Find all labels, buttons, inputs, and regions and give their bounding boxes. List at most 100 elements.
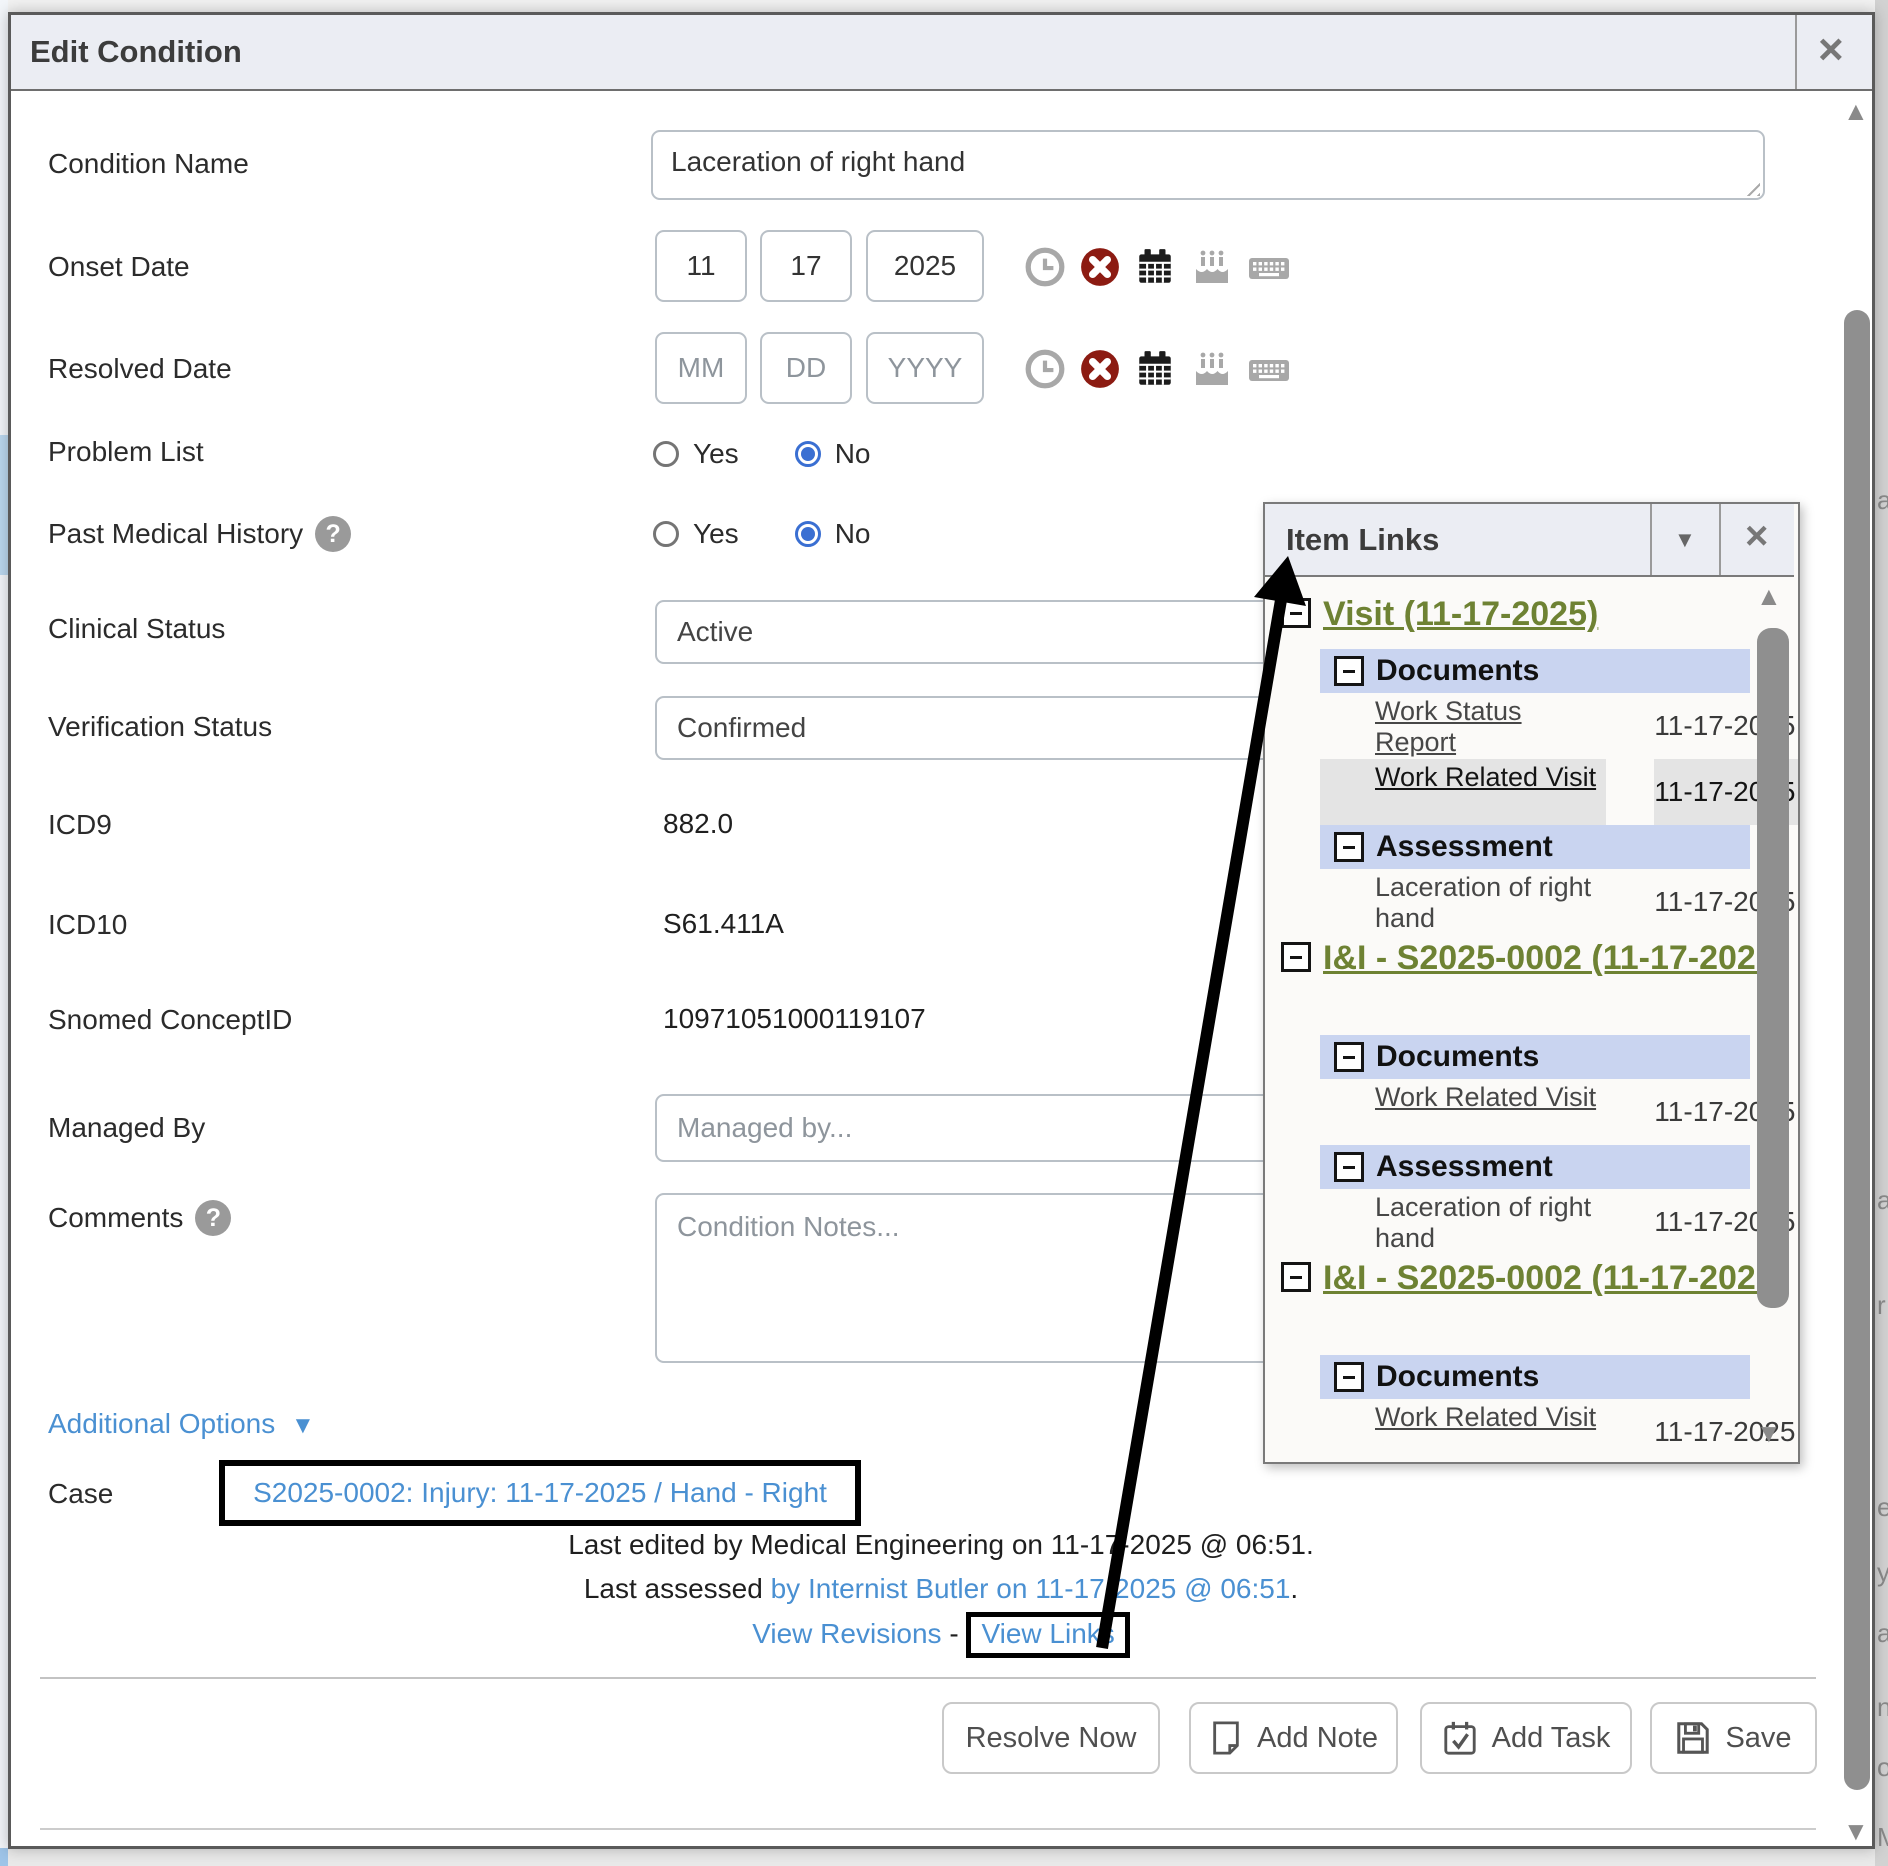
icd10-value: S61.411A [663, 908, 784, 940]
item-links-title: Item Links [1286, 522, 1439, 558]
collapse-icon[interactable] [1281, 1262, 1311, 1292]
screen: aakreayasnofM Edit Condition × Condition… [0, 0, 1888, 1866]
clear-date-icon[interactable] [1079, 348, 1121, 390]
birthday-icon[interactable] [1189, 348, 1233, 390]
comments-label: Comments [48, 1202, 183, 1234]
calendar-icon[interactable] [1134, 348, 1176, 390]
case-link[interactable]: S2025-0002: Injury: 11-17-2025 / Hand - … [253, 1477, 827, 1509]
titlebar-separator [1795, 15, 1797, 89]
tree-group-visit: Visit (11-17-2025) [1265, 591, 1798, 649]
comments-help-icon[interactable]: ? [195, 1200, 231, 1236]
collapse-icon[interactable] [1281, 598, 1311, 628]
add-task-button[interactable]: Add Task [1420, 1702, 1632, 1774]
calendar-icon[interactable] [1134, 246, 1176, 288]
background-left-blue [0, 435, 8, 575]
clock-icon[interactable] [1024, 348, 1066, 390]
resolved-date-label: Resolved Date [48, 353, 232, 385]
collapse-icon[interactable] [1334, 1362, 1364, 1392]
last-assessed-suffix: . [1290, 1573, 1298, 1604]
additional-options-label: Additional Options [48, 1408, 275, 1439]
case-label: Case [48, 1478, 113, 1510]
save-label: Save [1725, 1722, 1791, 1755]
dialog-close-icon[interactable]: × [1818, 28, 1844, 72]
resolve-now-label: Resolve Now [966, 1722, 1137, 1755]
problem-list-label: Problem List [48, 436, 204, 468]
revision-links-separator: - [949, 1618, 958, 1649]
background-text-fragment: M [1877, 1822, 1888, 1853]
onset-month-input[interactable] [655, 230, 747, 302]
onset-day-input[interactable] [760, 230, 852, 302]
resolved-day-input[interactable] [760, 332, 852, 404]
save-button[interactable]: Save [1650, 1702, 1817, 1774]
onset-year-input[interactable] [866, 230, 984, 302]
last-assessed-link[interactable]: by Internist Butler on 11-17-2025 @ 06:5… [771, 1573, 1291, 1604]
clock-icon[interactable] [1024, 246, 1066, 288]
birthday-icon[interactable] [1189, 246, 1233, 288]
resolved-month-input[interactable] [655, 332, 747, 404]
resolved-year-input[interactable] [866, 332, 984, 404]
panel-scrollbar-thumb[interactable] [1757, 628, 1789, 1308]
work-related-visit-link[interactable]: Work Related Visit [1375, 1082, 1596, 1112]
condition-name-input[interactable]: Laceration of right hand [651, 130, 1765, 200]
tree-section-documents: Documents [1320, 1355, 1750, 1399]
keyboard-icon[interactable] [1246, 246, 1292, 288]
tree-leaf-laceration: Laceration of right hand 11-17-2025 [1265, 869, 1798, 935]
problem-list-no-label: No [835, 438, 871, 470]
keyboard-icon[interactable] [1246, 348, 1292, 390]
background-text-fragment: of [1877, 1752, 1888, 1783]
onset-date-label: Onset Date [48, 251, 190, 283]
ii-case-link[interactable]: I&I - S2025-0002 (11-17-2025) [1323, 939, 1786, 977]
tree-section-documents: Documents [1320, 649, 1750, 693]
work-status-report-link[interactable]: Work Status Report [1375, 696, 1522, 757]
clear-date-icon[interactable] [1079, 246, 1121, 288]
background-text-fragment: ea [1877, 1492, 1888, 1523]
view-revisions-link[interactable]: View Revisions [752, 1618, 941, 1649]
pmh-yes-radio[interactable] [653, 521, 679, 547]
collapse-icon[interactable] [1281, 942, 1311, 972]
save-icon [1675, 1720, 1711, 1756]
view-links-link[interactable]: View Links [981, 1618, 1114, 1649]
problem-list-yes-radio[interactable] [653, 441, 679, 467]
work-related-visit-link[interactable]: Work Related Visit [1375, 1402, 1596, 1432]
pmh-no-radio[interactable] [795, 521, 821, 547]
snomed-value: 10971051000119107 [663, 1003, 926, 1035]
visit-link[interactable]: Visit (11-17-2025) [1323, 595, 1598, 633]
case-link-highlight-box: S2025-0002: Injury: 11-17-2025 / Hand - … [219, 1460, 861, 1526]
panel-header-separator-1 [1650, 504, 1652, 575]
last-edited-text: Last edited by Medical Engineering on 11… [568, 1529, 1314, 1560]
modal-scrollbar-thumb[interactable] [1844, 310, 1870, 1790]
background-text-fragment: ak [1877, 1185, 1888, 1216]
panel-header-separator-2 [1719, 504, 1721, 575]
add-note-button[interactable]: Add Note [1189, 1702, 1398, 1774]
problem-list-no-radio[interactable] [795, 441, 821, 467]
onset-date-icons [1024, 246, 1292, 288]
work-related-visit-link[interactable]: Work Related Visit [1375, 762, 1596, 792]
last-edited-line: Last edited by Medical Engineering on 11… [0, 1529, 1882, 1561]
collapse-icon[interactable] [1334, 832, 1364, 862]
background-bottom-strip [8, 1849, 1875, 1866]
panel-scroll-down-icon[interactable]: ▼ [1756, 1420, 1782, 1446]
modal-scroll-up-icon[interactable]: ▲ [1843, 98, 1869, 124]
footer-separator-bottom [40, 1828, 1816, 1830]
background-text-fragment: n [1877, 1692, 1888, 1723]
collapse-icon[interactable] [1334, 656, 1364, 686]
collapse-icon[interactable] [1334, 1152, 1364, 1182]
collapse-icon[interactable] [1334, 1042, 1364, 1072]
verification-status-label: Verification Status [48, 711, 272, 743]
comments-row-label: Comments ? [48, 1200, 231, 1236]
clinical-status-label: Clinical Status [48, 613, 225, 645]
tree-leaf-work-status-report: Work Status Report 11-17-2025 [1265, 693, 1798, 759]
managed-by-label: Managed By [48, 1112, 205, 1144]
past-medical-history-help-icon[interactable]: ? [315, 516, 351, 552]
resolve-now-button[interactable]: Resolve Now [942, 1702, 1160, 1774]
panel-scroll-up-icon[interactable]: ▲ [1756, 583, 1782, 609]
panel-collapse-icon[interactable]: ▼ [1674, 527, 1696, 553]
panel-close-icon[interactable]: × [1745, 516, 1768, 556]
icd9-value: 882.0 [663, 808, 733, 840]
background-text-fragment: r [1877, 1290, 1886, 1321]
modal-scroll-down-icon[interactable]: ▼ [1843, 1818, 1869, 1844]
additional-options-link[interactable]: Additional Options ▼ [48, 1408, 315, 1440]
tree-leaf-work-related-visit: Work Related Visit 11-17-2025 [1265, 1399, 1798, 1460]
task-icon [1442, 1719, 1478, 1757]
ii-case-link[interactable]: I&I - S2025-0002 (11-17-2025) [1323, 1259, 1786, 1297]
